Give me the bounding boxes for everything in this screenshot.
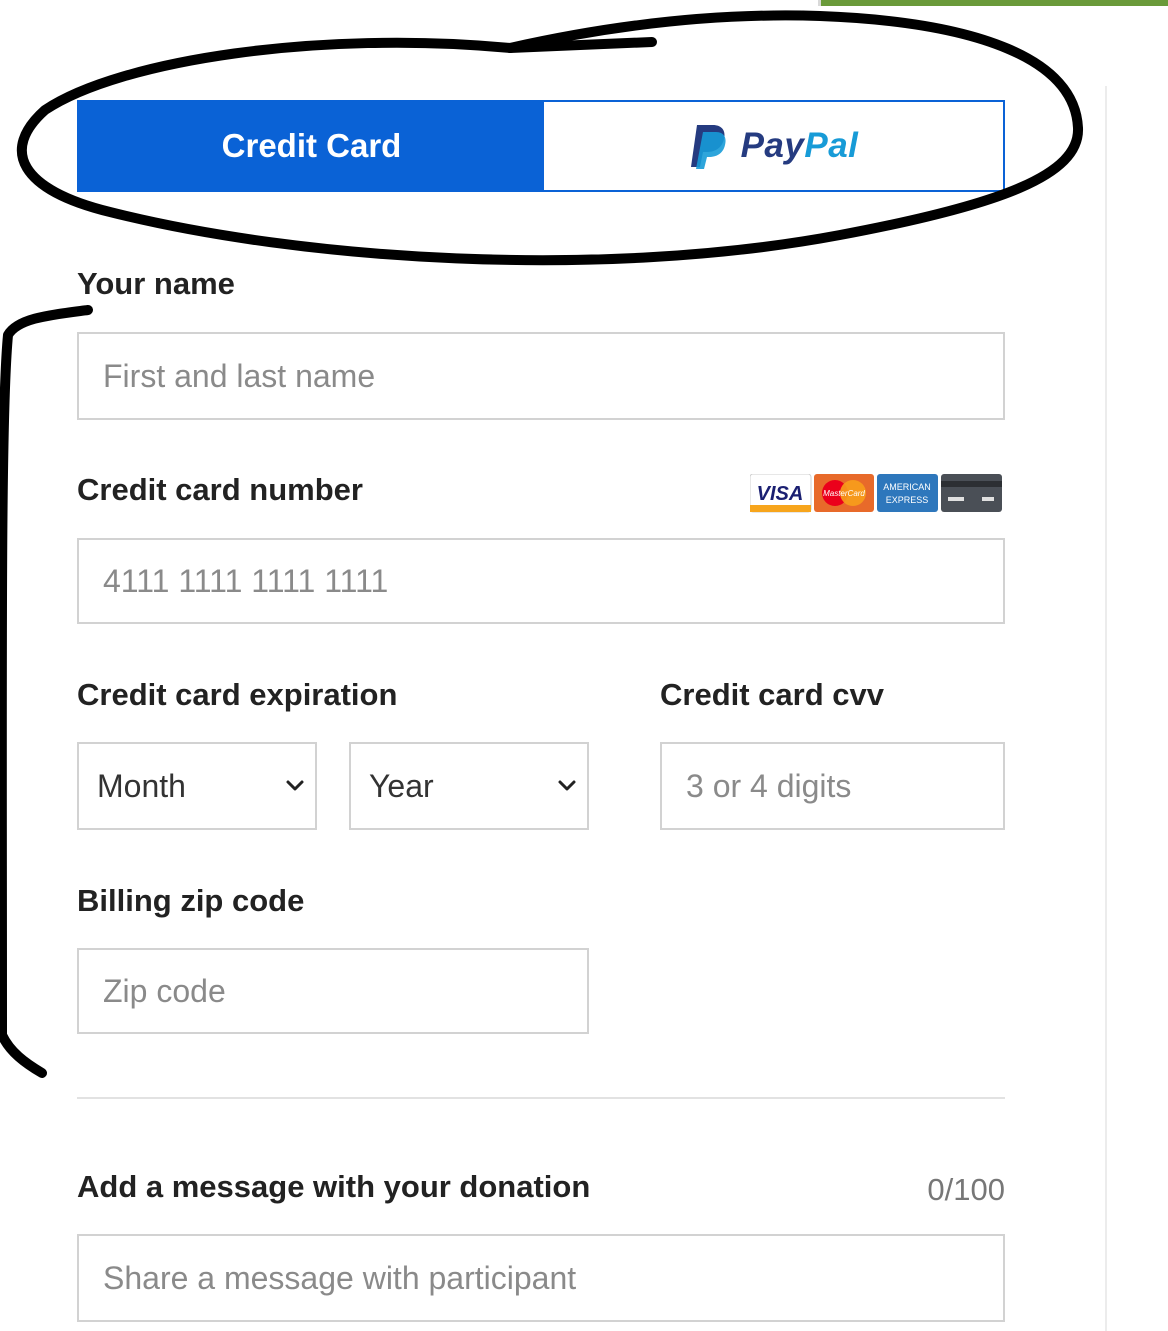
- expiration-year-select[interactable]: Year: [349, 742, 589, 830]
- amex-text-1: AMERICAN: [883, 482, 931, 492]
- month-value: Month: [97, 767, 186, 804]
- visa-card-icon: VISA: [750, 474, 812, 513]
- year-value: Year: [369, 767, 434, 804]
- paypal-icon: [690, 125, 726, 169]
- paypal-logo: PayPal: [689, 123, 859, 169]
- tab-credit-card[interactable]: Credit Card: [79, 102, 544, 190]
- paypal-wordmark-pay: Pay: [740, 126, 805, 165]
- accepted-cards: VISA MasterCard AMERICAN EXPRESS: [750, 474, 1002, 513]
- paypal-wordmark-pal: Pal: [804, 126, 859, 165]
- name-label: Your name: [77, 266, 235, 301]
- message-input[interactable]: [77, 1234, 1005, 1322]
- chevron-down-icon: [558, 780, 576, 791]
- amex-card-icon: AMERICAN EXPRESS: [877, 474, 938, 512]
- hand-drawn-annotation: [0, 10, 1084, 1078]
- tab-paypal[interactable]: PayPal: [544, 102, 1003, 190]
- card-number-input[interactable]: [77, 538, 1005, 624]
- expiration-label: Credit card expiration: [77, 677, 398, 712]
- expiration-month-select[interactable]: Month: [77, 742, 317, 830]
- payment-method-tabs: Credit Card PayPal: [77, 100, 1005, 192]
- paypal-wordmark: PayPal: [741, 126, 859, 166]
- generic-card-icon: [941, 474, 1002, 512]
- zip-label: Billing zip code: [77, 883, 305, 918]
- top-accent-bar: [818, 0, 1168, 6]
- message-label: Add a message with your donation: [77, 1169, 591, 1204]
- annotation-bracket: [0, 305, 93, 1078]
- section-divider: [77, 1097, 1005, 1099]
- annotation-ellipse-tail: [505, 37, 657, 53]
- amex-text-2: EXPRESS: [886, 495, 929, 505]
- visa-text: VISA: [757, 483, 804, 505]
- cvv-input[interactable]: [660, 742, 1005, 830]
- mastercard-icon: MasterCard: [814, 474, 874, 512]
- message-char-counter: 0/100: [927, 1172, 1005, 1207]
- name-input[interactable]: [77, 332, 1005, 420]
- mastercard-text: MasterCard: [823, 489, 865, 498]
- cvv-label: Credit card cvv: [660, 677, 884, 712]
- zip-input[interactable]: [77, 948, 589, 1034]
- right-divider: [1105, 86, 1107, 1331]
- chevron-down-icon: [286, 780, 304, 791]
- tab-credit-card-label: Credit Card: [221, 127, 402, 164]
- card-number-label: Credit card number: [77, 472, 363, 507]
